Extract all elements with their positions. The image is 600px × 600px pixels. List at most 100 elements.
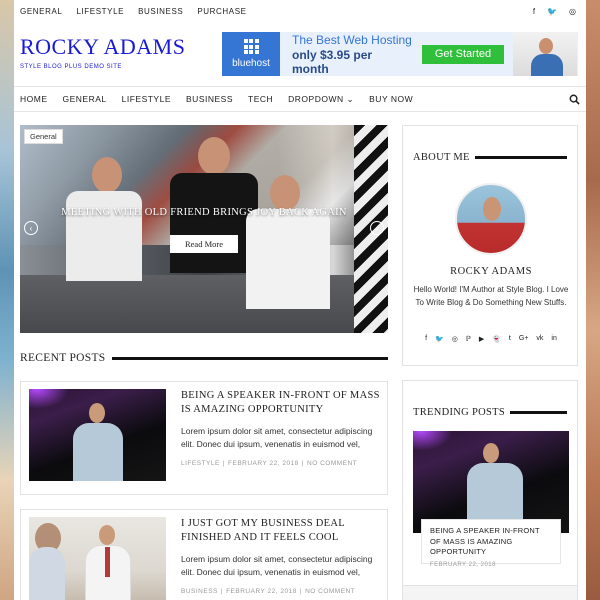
meta-separator: |: [220, 588, 224, 595]
trending-title: TRENDING POSTS: [413, 406, 505, 418]
post-meta: BUSINESS | FEBRUARY 22, 2018 | NO COMMENT: [181, 588, 381, 595]
ad-price: only $3.95 per month: [292, 47, 373, 76]
slider-category-badge[interactable]: General: [24, 129, 63, 144]
nav-business[interactable]: BUSINESS: [186, 94, 233, 104]
chevron-down-icon: ⌄: [346, 93, 355, 104]
read-more-button[interactable]: Read More: [170, 235, 238, 253]
twitter-icon[interactable]: 🐦: [435, 335, 444, 343]
top-nav-general[interactable]: GENERAL: [20, 7, 62, 16]
site-wrapper: GENERAL LIFESTYLE BUSINESS PURCHASE f 🐦 …: [14, 0, 586, 600]
speaker-body: [467, 463, 523, 523]
speaker-head: [483, 443, 499, 463]
trending-widget: TRENDING POSTS BEING A SPEAKER IN-FRONT …: [402, 380, 578, 600]
speaker-head: [89, 403, 105, 423]
about-widget: ABOUT ME ROCKY ADAMS Hello World! I'M Au…: [402, 125, 578, 366]
post-meta: LIFESTYLE | FEBRUARY 22, 2018 | NO COMMENT: [181, 460, 381, 467]
background-photo-left: [0, 0, 14, 600]
person-head: [198, 137, 230, 175]
top-nav-purchase[interactable]: PURCHASE: [197, 7, 246, 16]
facebook-icon[interactable]: f: [533, 7, 535, 16]
nav-tech[interactable]: TECH: [248, 94, 273, 104]
site-title[interactable]: ROCKY ADAMS: [20, 34, 185, 60]
person-body: [66, 191, 142, 281]
post-card: I JUST GOT MY BUSINESS DEAL FINISHED AND…: [20, 509, 388, 600]
person-head: [270, 175, 300, 211]
ad-banner[interactable]: bluehost The Best Web Hosting only $3.95…: [222, 32, 578, 76]
trending-heading: TRENDING POSTS: [403, 405, 577, 419]
main-nav: HOME GENERAL LIFESTYLE BUSINESS TECH DRO…: [14, 86, 586, 112]
ad-brand-name: bluehost: [232, 58, 270, 69]
person-head: [92, 157, 122, 193]
sidebar: ABOUT ME ROCKY ADAMS Hello World! I'M Au…: [402, 125, 578, 600]
twitter-icon[interactable]: 🐦: [547, 7, 557, 16]
post-category[interactable]: BUSINESS: [181, 588, 218, 595]
nav-buy-now[interactable]: BUY NOW: [369, 94, 413, 104]
top-nav-business[interactable]: BUSINESS: [138, 7, 183, 16]
nav-general[interactable]: GENERAL: [63, 94, 107, 104]
background-photo-right: [586, 0, 600, 600]
slider-prev-icon[interactable]: ‹: [24, 221, 38, 235]
nav-dropdown[interactable]: DROPDOWN ⌄: [288, 94, 354, 105]
nav-home[interactable]: HOME: [20, 94, 48, 104]
facebook-icon[interactable]: f: [425, 335, 427, 343]
meta-separator: |: [222, 460, 226, 467]
avatar: [455, 183, 527, 255]
trending-thumbnail[interactable]: [413, 431, 569, 533]
about-title: ABOUT ME: [413, 151, 470, 163]
pinterest-icon[interactable]: ℙ: [466, 335, 471, 343]
vk-icon[interactable]: vk: [536, 335, 543, 343]
heading-underline: [510, 410, 567, 414]
person-body: [246, 209, 330, 309]
top-bar: GENERAL LIFESTYLE BUSINESS PURCHASE f 🐦 …: [14, 0, 586, 22]
ad-get-started-button[interactable]: Get Started: [422, 44, 504, 64]
post-thumbnail[interactable]: [29, 517, 166, 600]
google-plus-icon[interactable]: G+: [519, 335, 529, 343]
ad-person-image: [513, 32, 577, 76]
post-thumbnail[interactable]: [29, 389, 166, 481]
person-body: [29, 547, 65, 600]
meta-separator: |: [299, 588, 303, 595]
nav-lifestyle[interactable]: LIFESTYLE: [122, 94, 171, 104]
linkedin-icon[interactable]: in: [551, 335, 556, 343]
trending-post-title[interactable]: BEING A SPEAKER IN-FRONT OF MASS IS AMAZ…: [430, 526, 552, 558]
slider-next-icon[interactable]: ›: [370, 221, 384, 235]
post-category[interactable]: LIFESTYLE: [181, 460, 220, 467]
person-body: [170, 173, 258, 273]
top-nav-lifestyle[interactable]: LIFESTYLE: [76, 7, 124, 16]
ad-headline: The Best Web Hosting: [292, 32, 412, 47]
post-body: BEING A SPEAKER IN-FRONT OF MASS IS AMAZ…: [181, 389, 381, 467]
tumblr-icon[interactable]: t: [509, 335, 511, 343]
post-excerpt: Lorem ipsum dolor sit amet, consectetur …: [181, 554, 373, 577]
site-header: ROCKY ADAMS STYLE BLOG PLUS DEMO SITE bl…: [14, 22, 586, 86]
slider-floor: [20, 275, 388, 333]
post-title[interactable]: BEING A SPEAKER IN-FRONT OF MASS IS AMAZ…: [181, 389, 381, 417]
slider-title[interactable]: MEETING WITH OLD FRIEND BRINGS JOY BACK …: [20, 207, 388, 218]
author-name: ROCKY ADAMS: [450, 266, 532, 277]
author-bio: Hello World! I'M Author at Style Blog. I…: [413, 285, 569, 307]
ad-brand-logo: bluehost: [222, 32, 280, 76]
nav-dropdown-label: DROPDOWN: [288, 93, 344, 104]
post-comments[interactable]: NO COMMENT: [307, 460, 357, 467]
trending-card[interactable]: BEING A SPEAKER IN-FRONT OF MASS IS AMAZ…: [421, 519, 561, 568]
speaker-body: [73, 423, 123, 481]
snapchat-icon[interactable]: 👻: [492, 335, 501, 343]
youtube-icon[interactable]: ▶: [479, 335, 484, 343]
featured-slider[interactable]: General MEETING WITH OLD FRIEND BRINGS J…: [20, 125, 388, 333]
top-nav: GENERAL LIFESTYLE BUSINESS PURCHASE: [20, 7, 247, 16]
instagram-icon[interactable]: ◎: [452, 335, 458, 343]
site-logo[interactable]: ROCKY ADAMS STYLE BLOG PLUS DEMO SITE: [20, 34, 185, 70]
meta-separator: |: [301, 460, 305, 467]
heading-underline: [474, 155, 567, 159]
post-title[interactable]: I JUST GOT MY BUSINESS DEAL FINISHED AND…: [181, 517, 381, 545]
recent-posts-heading: RECENT POSTS: [20, 351, 388, 365]
author-social-links: f 🐦 ◎ ℙ ▶ 👻 t G+ vk in: [403, 335, 579, 343]
trending-next-card: [402, 585, 578, 600]
main-content: General MEETING WITH OLD FRIEND BRINGS J…: [20, 125, 388, 600]
about-heading: ABOUT ME: [403, 150, 577, 164]
instagram-icon[interactable]: ◎: [569, 7, 576, 16]
post-excerpt: Lorem ipsum dolor sit amet, consectetur …: [181, 426, 373, 449]
post-body: I JUST GOT MY BUSINESS DEAL FINISHED AND…: [181, 517, 381, 595]
search-icon[interactable]: [569, 94, 580, 105]
post-comments[interactable]: NO COMMENT: [305, 588, 355, 595]
stage-light: [413, 431, 453, 451]
